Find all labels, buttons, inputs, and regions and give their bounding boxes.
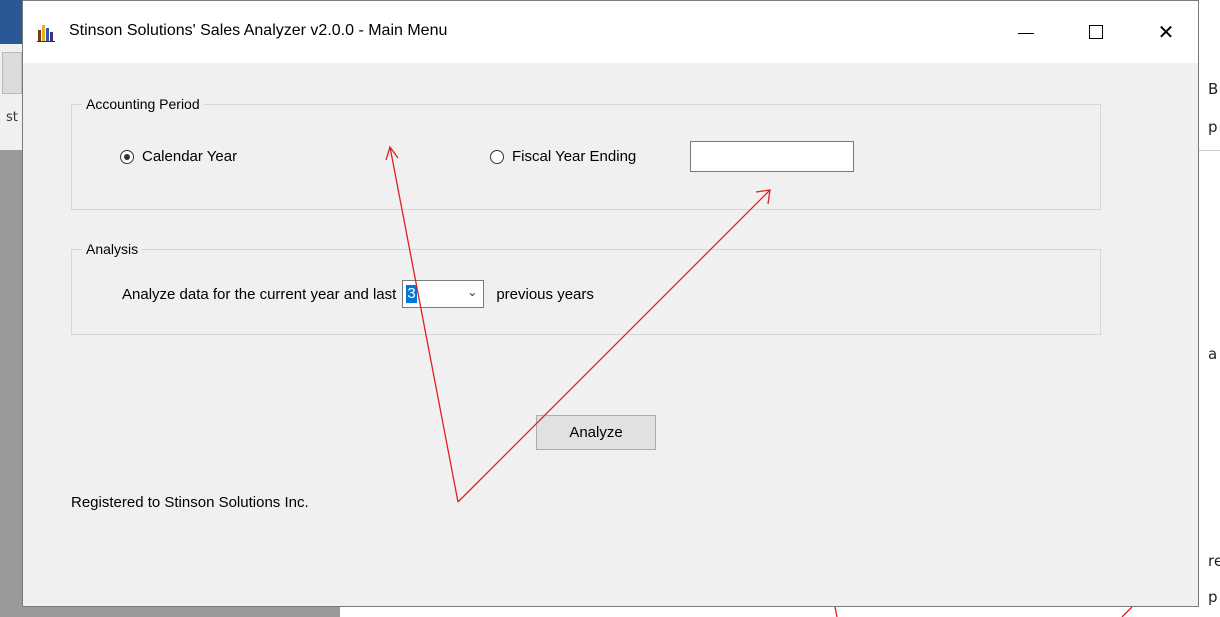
radio-checked-icon[interactable]: [120, 149, 134, 164]
minimize-icon: [1018, 32, 1034, 34]
accounting-period-title: Accounting Period: [82, 96, 204, 112]
fiscal-year-radio[interactable]: Fiscal Year Ending: [490, 148, 636, 165]
chevron-down-icon[interactable]: ⌄: [467, 285, 477, 299]
background-right-text: a: [1208, 345, 1218, 363]
fiscal-year-label: Fiscal Year Ending: [512, 148, 637, 165]
analysis-prefix-text: Analyze data for the current year and la…: [122, 285, 397, 303]
background-left-toolbar: [2, 52, 22, 94]
window-title: Stinson Solutions' Sales Analyzer v2.0.0…: [69, 22, 448, 39]
background-left-header: [0, 0, 22, 44]
analyze-button[interactable]: Analyze: [536, 415, 656, 450]
calendar-year-label: Calendar Year: [142, 148, 238, 165]
background-right-text: B: [1208, 80, 1219, 98]
analysis-suffix-text: previous years: [496, 285, 594, 303]
years-dropdown-value[interactable]: 3: [406, 285, 417, 303]
background-right-text: p: [1208, 588, 1218, 606]
minimize-button[interactable]: [1003, 1, 1049, 63]
background-left-panel: [0, 150, 22, 617]
maximize-icon: [1089, 25, 1103, 39]
analysis-row: Analyze data for the current year and la…: [122, 280, 594, 308]
years-dropdown[interactable]: 3 ⌄: [402, 280, 485, 308]
background-left-text: st: [6, 110, 18, 125]
analysis-group: Analysis Analyze data for the current ye…: [71, 241, 1101, 335]
window-client-area: Accounting Period Calendar Year Fiscal Y…: [23, 63, 1198, 606]
registration-text: Registered to Stinson Solutions Inc.: [71, 494, 309, 511]
background-right-divider: [1199, 150, 1220, 151]
background-bottom-panel: [0, 607, 340, 617]
background-right-text: re: [1208, 552, 1220, 570]
main-window: Stinson Solutions' Sales Analyzer v2.0.0…: [22, 0, 1199, 607]
close-button[interactable]: ✕: [1143, 1, 1189, 63]
title-bar[interactable]: Stinson Solutions' Sales Analyzer v2.0.0…: [23, 1, 1198, 63]
calendar-year-radio[interactable]: Calendar Year: [120, 148, 237, 165]
background-right-text: p: [1208, 118, 1218, 136]
bar-chart-icon: [37, 25, 55, 42]
accounting-period-group: Accounting Period Calendar Year Fiscal Y…: [71, 96, 1101, 210]
analysis-title: Analysis: [82, 241, 143, 257]
fiscal-year-ending-input[interactable]: [690, 141, 854, 172]
radio-unchecked-icon[interactable]: [490, 149, 504, 164]
close-icon: ✕: [1157, 20, 1175, 44]
maximize-button[interactable]: [1073, 1, 1119, 63]
